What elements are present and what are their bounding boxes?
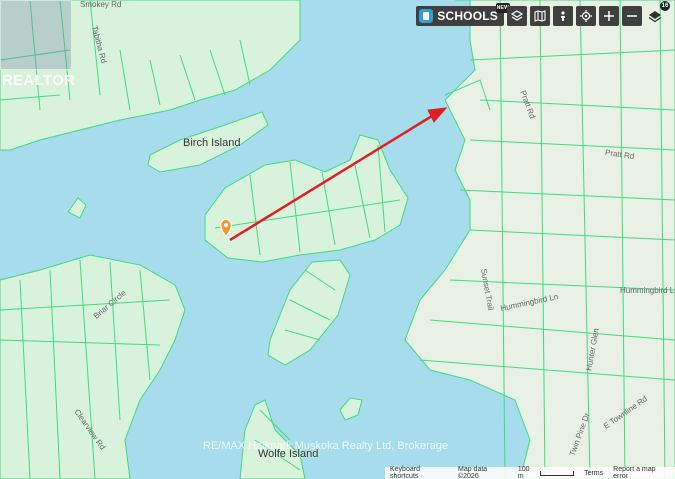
zoom-out-button[interactable] xyxy=(622,6,642,26)
map-layers-count-badge: 16 xyxy=(660,1,670,11)
map-layers-button[interactable]: 16 xyxy=(645,1,670,26)
scale-line xyxy=(539,470,575,476)
locate-icon xyxy=(580,10,592,22)
map-footer: Keyboard shortcuts Map data ©2026 100 m … xyxy=(385,466,675,479)
map-data-attribution: Map data ©2026 xyxy=(457,466,488,479)
layers-button[interactable] xyxy=(507,6,527,26)
scale-bar[interactable]: 100 m xyxy=(517,466,575,479)
map-type-button[interactable] xyxy=(530,6,550,26)
zoom-out-icon xyxy=(627,15,637,17)
map-base xyxy=(0,0,675,479)
schools-logo-icon xyxy=(419,9,434,23)
map-icon xyxy=(534,10,546,22)
locate-button[interactable] xyxy=(576,6,596,26)
zoom-in-button[interactable] xyxy=(599,6,619,26)
map-canvas[interactable]: Birch Island Wolfe Island Pratt Rd Pratt… xyxy=(0,0,675,479)
scale-label: 100 m xyxy=(517,466,530,479)
hummingbird-ln-label-east: Hummingbird Ln xyxy=(620,286,675,295)
birch-island-label: Birch Island xyxy=(183,137,241,149)
street-view-icon xyxy=(561,11,565,21)
map-toolbar: SCHOOLS NEW 16 xyxy=(416,1,670,26)
schools-label: SCHOOLS xyxy=(437,9,498,23)
smokey-rd-label: Smokey Rd xyxy=(80,0,122,9)
keyboard-shortcuts-link[interactable]: Keyboard shortcuts xyxy=(390,466,448,479)
schools-button[interactable]: SCHOOLS NEW xyxy=(416,3,510,26)
terms-link[interactable]: Terms xyxy=(584,470,603,477)
brokerage-watermark: RE/MAX Hallmark Muskoka Realty Ltd, Brok… xyxy=(203,440,449,452)
realtor-logo-box xyxy=(0,0,72,70)
realtor-logo: REALTOR xyxy=(0,0,76,92)
layers-icon xyxy=(511,10,523,21)
realtor-logo-text: REALTOR xyxy=(2,72,76,89)
map-layers-icon xyxy=(648,11,662,23)
zoom-in-icon xyxy=(604,11,614,21)
street-view-button[interactable] xyxy=(553,6,573,26)
report-map-error-link[interactable]: Report a map error xyxy=(613,466,670,479)
